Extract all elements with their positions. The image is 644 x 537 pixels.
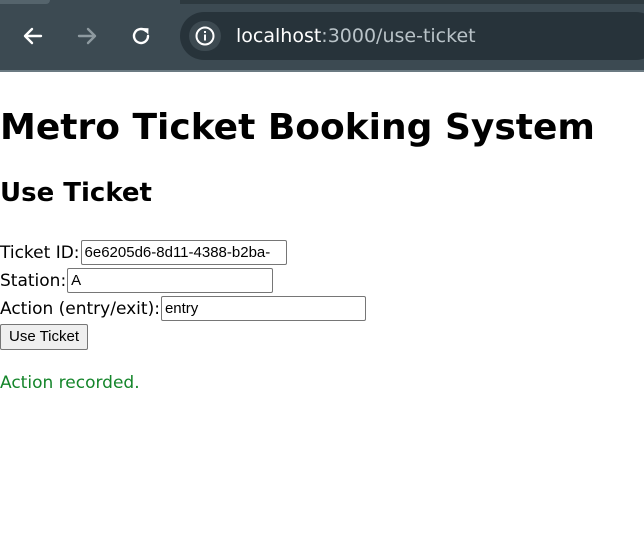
info-icon [195,26,215,46]
ticket-id-row: Ticket ID: [0,240,287,265]
ticket-id-label: Ticket ID: [0,242,80,263]
use-ticket-button[interactable]: Use Ticket [0,324,89,350]
arrow-left-icon [23,27,43,45]
back-button[interactable] [19,22,47,50]
address-bar[interactable]: localhost:3000/use-ticket [180,12,644,60]
action-input[interactable] [160,296,366,321]
section-title: Use Ticket [0,178,152,208]
url-host: localhost [236,25,322,47]
station-input[interactable] [67,268,274,293]
tab-strip-edge [0,0,50,4]
ticket-id-input[interactable] [80,240,287,265]
status-message: Action recorded. [0,373,140,393]
reload-button[interactable] [127,22,155,50]
forward-button[interactable] [73,22,101,50]
action-label: Action (entry/exit): [0,298,160,319]
url-text[interactable]: localhost:3000/use-ticket [236,24,476,48]
action-row: Action (entry/exit): [0,296,366,321]
tab-strip-background [180,0,644,4]
station-row: Station: [0,268,274,293]
url-path: :3000/use-ticket [321,25,476,47]
browser-toolbar: localhost:3000/use-ticket [0,0,644,72]
arrow-right-icon [77,27,97,45]
station-label: Station: [0,270,67,291]
site-info-button[interactable] [189,21,221,51]
reload-icon [132,27,150,45]
page-title: Metro Ticket Booking System [0,107,595,148]
